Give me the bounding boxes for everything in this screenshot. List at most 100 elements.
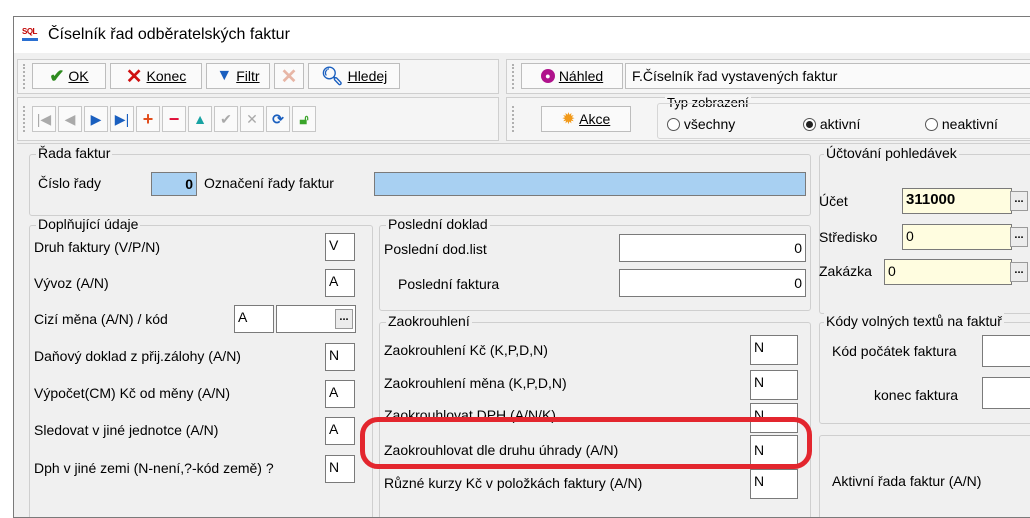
refresh-button[interactable]: ⟳	[266, 106, 290, 132]
kod-pocatek-field[interactable]	[982, 335, 1030, 367]
posledni-dodlist-field[interactable]: 0	[619, 234, 806, 262]
first-record-button[interactable]: |◀	[32, 106, 56, 132]
sledovat-label: Sledovat v jiné jednotce (A/N)	[34, 422, 219, 438]
radio-circle-selected	[803, 118, 816, 131]
plus-icon: +	[142, 108, 154, 129]
uctovani-legend: Účtování pohledávek	[824, 145, 959, 161]
hledej-button[interactable]: 🔍︎ Hledej	[308, 63, 400, 89]
kod-pocatek-label: Kód počátek faktura	[832, 343, 957, 359]
gear-icon: ✹	[561, 111, 576, 128]
ucet-lookup-button[interactable]: ...	[1010, 191, 1028, 211]
toolbar-report: ● Náhled F.Číselník řad vystavených fakt…	[506, 59, 1030, 94]
zaokrouhleni-legend: Zaokrouhlení	[386, 313, 472, 329]
first-icon: |◀	[36, 110, 52, 127]
ruzne-kurzy-field[interactable]: N	[750, 469, 798, 499]
zaokr-mena-label: Zaokrouhlení měna (K,P,D,N)	[384, 375, 567, 391]
danovy-label: Daňový doklad z přij.zálohy (A/N)	[34, 348, 241, 364]
zaokr-kc-field[interactable]: N	[750, 335, 798, 365]
window-title: Číselník řad odběratelských faktur	[48, 26, 290, 43]
zakazka-field[interactable]: 0	[884, 259, 1012, 285]
posledni-dodlist-label: Poslední dod.list	[384, 241, 487, 257]
radio-circle	[925, 118, 938, 131]
posledni-faktura-label: Poslední faktura	[398, 276, 500, 292]
danovy-field[interactable]: N	[325, 343, 355, 371]
radio-aktivni[interactable]: aktivní	[803, 116, 860, 132]
sql-app-icon: SQL	[22, 27, 40, 43]
ucet-field[interactable]: 311000	[902, 188, 1012, 214]
title-bar: SQL Číselník řad odběratelských faktur	[14, 17, 1030, 53]
clear-filter-icon: ✕	[280, 65, 298, 88]
prev-record-button[interactable]: ◀	[58, 106, 82, 132]
stredisko-field[interactable]: 0	[902, 224, 1012, 250]
ucet-label: Účet	[819, 193, 848, 209]
cizi-mena-lookup-button[interactable]: ...	[335, 309, 353, 329]
refresh-icon: ⟳	[272, 110, 284, 127]
next-icon: ▶	[90, 110, 102, 127]
check-icon: ✔	[220, 110, 232, 127]
cizi-mena-field[interactable]: A	[234, 305, 274, 333]
vypocet-label: Výpočet(CM) Kč od měny (A/N)	[34, 385, 231, 401]
filter-icon: ▼	[216, 67, 233, 84]
sledovat-field[interactable]: A	[325, 417, 355, 445]
vyvoz-label: Vývoz (A/N)	[34, 275, 109, 291]
highlight-annotation	[360, 417, 812, 469]
unlock-icon: 🔓︎	[299, 110, 309, 127]
toolbar-navigation: |◀ ◀ ▶ ▶| + − ▲ ✔ ✕ ⟳ 🔓︎	[17, 97, 499, 141]
triangle-up-icon: ▲	[193, 111, 207, 127]
cizi-mena-label: Cizí měna (A/N) / kód	[34, 311, 168, 327]
edit-record-button[interactable]: ▲	[188, 106, 212, 132]
cislo-rady-label: Číslo řady	[38, 175, 102, 191]
doplnujici-legend: Doplňující údaje	[36, 216, 141, 232]
ruzne-kurzy-label: Různé kurzy Kč v položkách faktury (A/N)	[384, 475, 643, 491]
close-icon: ✕	[125, 65, 143, 88]
akce-button[interactable]: ✹ Akce	[541, 106, 631, 132]
zakazka-label: Zakázka	[819, 263, 872, 279]
kod-konec-label: konec faktura	[874, 387, 959, 403]
radio-circle	[667, 118, 680, 131]
oznaceni-label: Označení řady faktur	[204, 175, 334, 191]
last-record-button[interactable]: ▶|	[110, 106, 134, 132]
ok-button[interactable]: ✔ OK	[32, 63, 106, 89]
zakazka-lookup-button[interactable]: ...	[1010, 262, 1028, 282]
dph-jina-zeme-field[interactable]: N	[325, 455, 355, 483]
confirm-record-button[interactable]: ✔	[214, 106, 238, 132]
kody-legend: Kódy volných textů na faktuř	[824, 313, 1004, 329]
prev-icon: ◀	[64, 110, 76, 127]
checkmark-icon: ✔	[49, 65, 65, 86]
vyvoz-field[interactable]: A	[325, 269, 355, 297]
main-window: SQL Číselník řad odběratelských faktur ✔…	[13, 16, 1030, 518]
oznaceni-field[interactable]	[374, 172, 806, 196]
konec-button[interactable]: ✕ Konec	[110, 63, 202, 89]
posledni-doklad-legend: Poslední doklad	[386, 216, 490, 232]
stredisko-lookup-button[interactable]: ...	[1010, 227, 1028, 247]
filtr-button[interactable]: ▼ Filtr	[206, 63, 270, 89]
report-name[interactable]: F.Číselník řad vystavených faktur	[625, 63, 1030, 89]
stredisko-label: Středisko	[819, 229, 878, 245]
clear-filter-button[interactable]: ✕	[274, 63, 304, 89]
zaokr-kc-label: Zaokrouhlení Kč (K,P,D,N)	[384, 342, 548, 358]
toolbar-display: ✹ Akce Typ zobrazení všechny aktivní nea…	[506, 95, 1030, 141]
aktivni-rada-label: Aktivní řada faktur (A/N)	[832, 473, 982, 489]
nahled-button[interactable]: ● Náhled	[521, 63, 623, 89]
zaokr-mena-field[interactable]: N	[750, 370, 798, 400]
unlock-button[interactable]: 🔓︎	[292, 106, 316, 132]
cancel-record-button[interactable]: ✕	[240, 106, 264, 132]
delete-record-button[interactable]: −	[162, 106, 186, 132]
kod-konec-field[interactable]	[982, 377, 1030, 409]
radio-neaktivni[interactable]: neaktivní	[925, 116, 998, 132]
preview-icon: ●	[540, 69, 555, 83]
dph-jina-zeme-label: Dph v jiné zemi (N-není,?-kód země) ?	[34, 460, 274, 476]
x-icon: ✕	[246, 110, 258, 127]
search-icon: 🔍︎	[320, 65, 344, 86]
toolbar-main: ✔ OK ✕ Konec ▼ Filtr ✕ 🔍︎ Hledej	[17, 59, 499, 94]
last-icon: ▶|	[114, 110, 130, 127]
vypocet-field[interactable]: A	[325, 380, 355, 408]
cislo-rady-field[interactable]: 0	[151, 172, 197, 196]
radio-vsechny[interactable]: všechny	[667, 116, 735, 132]
minus-icon: −	[168, 108, 180, 129]
posledni-faktura-field[interactable]: 0	[619, 269, 806, 297]
rada-faktur-legend: Řada faktur	[36, 145, 113, 161]
next-record-button[interactable]: ▶	[84, 106, 108, 132]
add-record-button[interactable]: +	[136, 106, 160, 132]
druh-faktury-field[interactable]: V	[325, 233, 355, 261]
